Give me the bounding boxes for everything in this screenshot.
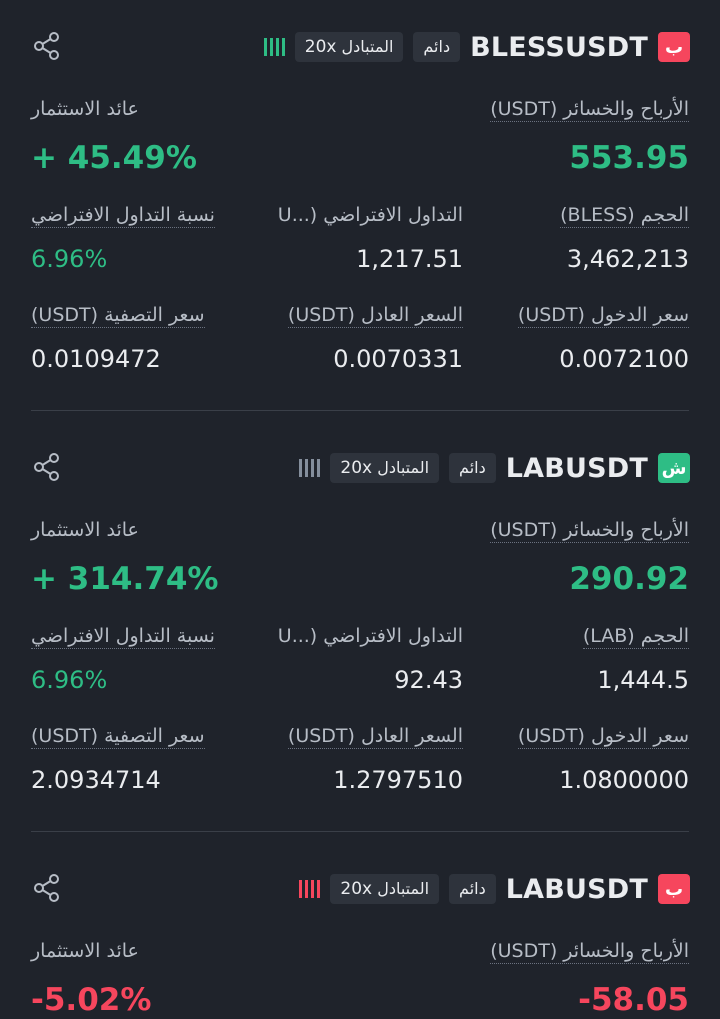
risk-bars-icon xyxy=(299,458,321,478)
side-badge: ش xyxy=(658,453,690,483)
symbol[interactable]: LABUSDT xyxy=(506,453,648,484)
side-badge: ب xyxy=(658,32,690,62)
margin-ratio-label: نسبة التداول الافتراضي xyxy=(31,625,215,649)
share-icon[interactable] xyxy=(32,31,62,61)
entry-price-value: 1.0800000 xyxy=(559,766,689,794)
liq-price-value: 0.0109472 xyxy=(31,345,161,373)
risk-bars-icon xyxy=(299,879,321,899)
size-value: 1,444.5 xyxy=(597,666,689,694)
margin-ratio-value: 6.96% xyxy=(31,245,108,273)
margin-label: التداول الافتراضي (...U xyxy=(277,204,463,226)
margin-ratio-label: نسبة التداول الافتراضي xyxy=(31,204,215,228)
pnl-label: الأرباح والخسائر (USDT) xyxy=(490,519,689,543)
entry-price-value: 0.0072100 xyxy=(559,345,689,373)
roi-value: + 314.74% xyxy=(31,561,219,597)
mark-price-value: 1.2797510 xyxy=(333,766,463,794)
contract-type-tag: دائم xyxy=(413,32,461,62)
margin-mode-tag[interactable]: 20x المتبادل xyxy=(330,453,440,483)
leverage: 20x xyxy=(304,37,337,57)
margin-mode: المتبادل xyxy=(377,458,430,477)
margin-mode: المتبادل xyxy=(377,879,430,898)
liq-price-value: 2.0934714 xyxy=(31,766,161,794)
divider xyxy=(31,831,689,832)
position-header: ب LABUSDT دائم 20x المتبادل xyxy=(299,872,690,906)
contract-type-tag: دائم xyxy=(449,874,496,904)
margin-mode-tag[interactable]: 20x المتبادل xyxy=(330,874,440,904)
position-header: ب BLESSUSDT دائم 20x المتبادل xyxy=(263,30,690,64)
margin-ratio-value: 6.96% xyxy=(31,666,108,694)
pnl-value: 553.95 xyxy=(569,140,689,176)
symbol[interactable]: BLESSUSDT xyxy=(470,32,648,63)
size-label: الحجم (BLESS) xyxy=(560,204,689,228)
margin-mode: المتبادل xyxy=(341,37,394,56)
mark-price-value: 0.0070331 xyxy=(333,345,463,373)
size-value: 3,462,213 xyxy=(566,245,689,273)
entry-price-label: سعر الدخول (USDT) xyxy=(517,725,689,749)
margin-value: 1,217.51 xyxy=(356,245,463,273)
roi-value: + 45.49% xyxy=(31,140,197,176)
leverage: 20x xyxy=(340,458,373,478)
entry-price-label: سعر الدخول (USDT) xyxy=(517,304,689,328)
leverage: 20x xyxy=(340,879,373,899)
pnl-value: -58.05 xyxy=(578,982,689,1018)
divider xyxy=(31,410,689,411)
roi-value: -5.02% xyxy=(31,982,152,1018)
mark-price-label: السعر العادل (USDT) xyxy=(287,304,463,328)
margin-label: التداول الافتراضي (...U xyxy=(277,625,463,647)
share-icon[interactable] xyxy=(32,873,62,903)
margin-value: 92.43 xyxy=(394,666,463,694)
size-label: الحجم (LAB) xyxy=(582,625,689,649)
margin-mode-tag[interactable]: 20x المتبادل xyxy=(294,32,404,62)
roi-label: عائد الاستثمار xyxy=(31,98,139,120)
symbol[interactable]: LABUSDT xyxy=(506,874,648,905)
position-header: ش LABUSDT دائم 20x المتبادل xyxy=(299,451,690,485)
risk-bars-icon xyxy=(263,37,285,57)
roi-label: عائد الاستثمار xyxy=(31,940,139,962)
pnl-label: الأرباح والخسائر (USDT) xyxy=(490,98,689,122)
side-badge: ب xyxy=(658,874,690,904)
share-icon[interactable] xyxy=(32,452,62,482)
pnl-label: الأرباح والخسائر (USDT) xyxy=(490,940,689,964)
roi-label: عائد الاستثمار xyxy=(31,519,139,541)
liq-price-label: سعر التصفية (USDT) xyxy=(31,725,205,749)
mark-price-label: السعر العادل (USDT) xyxy=(287,725,463,749)
pnl-value: 290.92 xyxy=(569,561,689,597)
liq-price-label: سعر التصفية (USDT) xyxy=(31,304,205,328)
contract-type-tag: دائم xyxy=(449,453,496,483)
